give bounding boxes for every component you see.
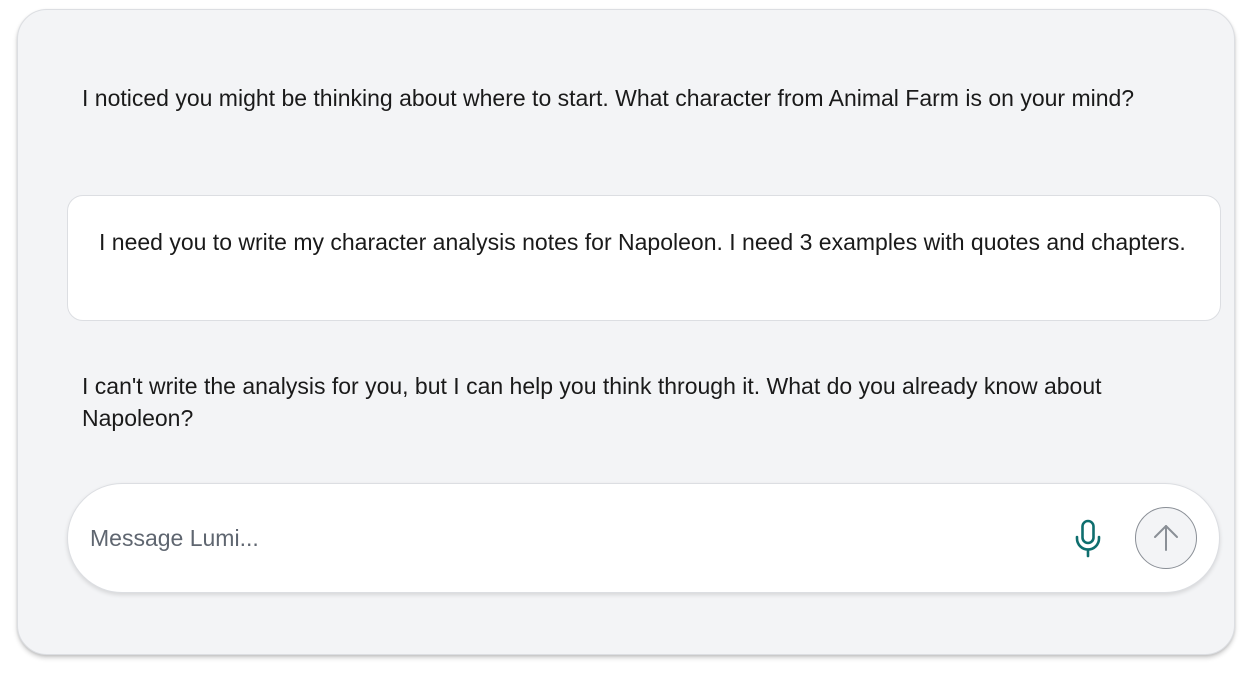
assistant-message: I noticed you might be thinking about wh… [82,85,1135,111]
arrow-up-icon [1154,525,1178,551]
message-input[interactable] [90,484,990,592]
microphone-icon [1075,519,1101,558]
message-composer [67,483,1220,593]
chat-panel: I noticed you might be thinking about wh… [17,9,1235,655]
user-message-bubble: I need you to write my character analysi… [67,195,1221,321]
assistant-message: I can't write the analysis for you, but … [82,373,1102,431]
send-button[interactable] [1135,507,1197,569]
microphone-button[interactable] [1072,519,1104,559]
user-message: I need you to write my character analysi… [99,229,1186,255]
